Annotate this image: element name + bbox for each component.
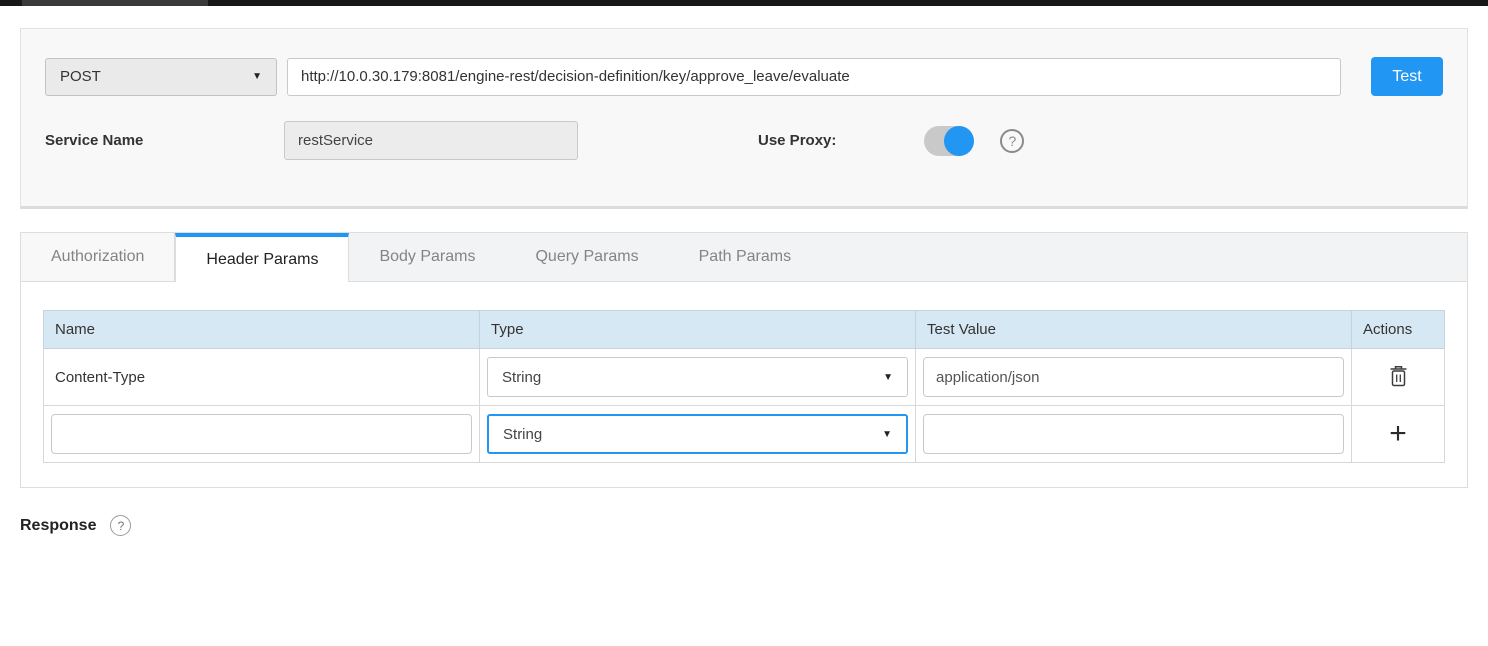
- page: POST ▼ Test Service Name Use Proxy: ? Au…: [0, 28, 1488, 536]
- response-label: Response: [20, 517, 96, 535]
- param-type-value: String: [503, 426, 542, 443]
- param-name-text: Content-Type: [51, 369, 472, 386]
- http-method-value: POST: [60, 68, 101, 85]
- column-header-test-value: Test Value: [916, 311, 1352, 349]
- param-type-value: String: [502, 369, 541, 386]
- params-panel: Authorization Header Params Body Params …: [20, 232, 1468, 488]
- toggle-thumb-icon: [944, 126, 974, 156]
- dropdown-arrow-icon: ▼: [882, 429, 892, 440]
- use-proxy-label: Use Proxy:: [758, 132, 836, 149]
- param-test-value-input[interactable]: [923, 414, 1344, 454]
- window-top-bar: [0, 0, 1488, 6]
- request-panel: POST ▼ Test Service Name Use Proxy: ?: [20, 28, 1468, 209]
- param-type-select[interactable]: String ▼: [487, 357, 908, 397]
- url-input[interactable]: [287, 58, 1341, 96]
- column-header-actions: Actions: [1352, 311, 1445, 349]
- test-button[interactable]: Test: [1371, 57, 1443, 96]
- dropdown-arrow-icon: ▼: [883, 372, 893, 383]
- param-name-input[interactable]: [51, 414, 472, 454]
- tab-header-params[interactable]: Header Params: [175, 233, 349, 282]
- service-name-label: Service Name: [45, 132, 284, 149]
- table-row: Content-Type String ▼: [44, 349, 1445, 406]
- response-help-icon[interactable]: ?: [110, 515, 131, 536]
- service-name-input[interactable]: [284, 121, 578, 160]
- tab-query-params[interactable]: Query Params: [505, 233, 668, 281]
- tab-strip: Authorization Header Params Body Params …: [21, 233, 1467, 282]
- use-proxy-toggle[interactable]: [924, 126, 974, 156]
- param-type-select-focused[interactable]: String ▼: [487, 414, 908, 454]
- table-row: String ▼ +: [44, 406, 1445, 463]
- browser-tab-sliver: [22, 0, 208, 6]
- request-row: POST ▼ Test: [45, 57, 1443, 96]
- response-section: Response ?: [20, 515, 1468, 536]
- proxy-help-icon[interactable]: ?: [1000, 129, 1024, 153]
- plus-icon: +: [1389, 417, 1407, 450]
- tab-path-params[interactable]: Path Params: [669, 233, 821, 281]
- trash-icon: [1389, 365, 1408, 387]
- param-test-value-input[interactable]: [923, 357, 1344, 397]
- add-row-button[interactable]: +: [1387, 422, 1409, 446]
- column-header-name: Name: [44, 311, 480, 349]
- header-params-table: Name Type Test Value Actions Content-Typ…: [43, 310, 1445, 463]
- delete-row-button[interactable]: [1387, 363, 1410, 389]
- table-header-row: Name Type Test Value Actions: [44, 311, 1445, 349]
- tab-body-params[interactable]: Body Params: [349, 233, 505, 281]
- dropdown-arrow-icon: ▼: [252, 71, 262, 82]
- header-params-content: Name Type Test Value Actions Content-Typ…: [21, 282, 1467, 487]
- column-header-type: Type: [480, 311, 916, 349]
- http-method-select[interactable]: POST ▼: [45, 58, 277, 96]
- tab-authorization[interactable]: Authorization: [21, 233, 175, 281]
- service-row: Service Name Use Proxy: ?: [45, 121, 1443, 160]
